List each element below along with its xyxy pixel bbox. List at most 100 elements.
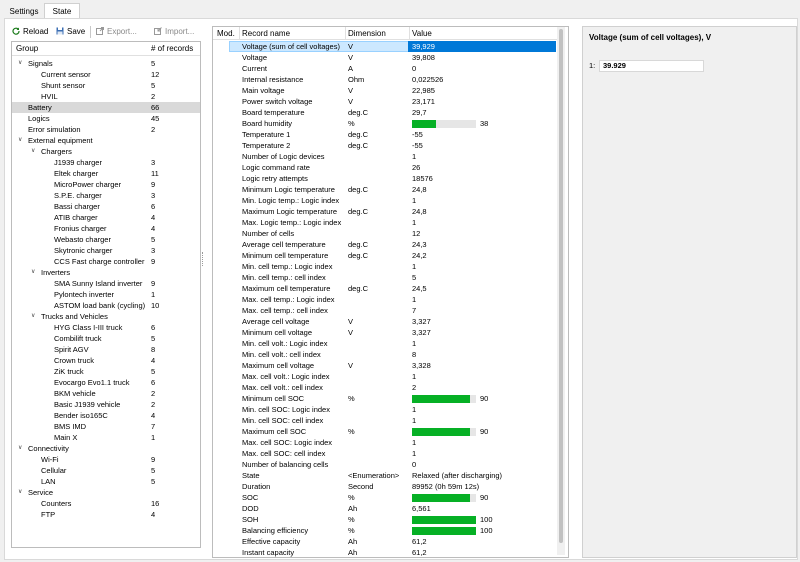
tree-item[interactable]: HVIL 2 [12, 91, 200, 102]
tree-item[interactable]: Skytronic charger 3 [12, 245, 200, 256]
record-row[interactable]: Min. Logic temp.: Logic index 1 [213, 195, 558, 206]
tree-item[interactable]: ∨ External equipment [12, 135, 200, 146]
record-row[interactable]: Minimum cell voltage V 3,327 [213, 327, 558, 338]
record-row[interactable]: Max. cell temp.: Logic index 1 [213, 294, 558, 305]
tree-item[interactable]: Bender iso165C 4 [12, 410, 200, 421]
record-row[interactable]: Balancing efficiency% 100 [213, 525, 558, 536]
import-button[interactable]: Import... [154, 26, 194, 38]
record-row[interactable]: Effective capacity Ah 61,2 [213, 536, 558, 547]
tree-item[interactable]: Main X 1 [12, 432, 200, 443]
record-row[interactable]: Maximum Logic temperature deg.C 24,8 [213, 206, 558, 217]
tree-item[interactable]: CCS Fast charge controller 9 [12, 256, 200, 267]
tree-item[interactable]: Basic J1939 vehicle 2 [12, 399, 200, 410]
record-row[interactable]: DOD Ah 6,561 [213, 503, 558, 514]
tree-item[interactable]: Pylontech inverter 1 [12, 289, 200, 300]
record-row[interactable]: Logic retry attempts 18576 [213, 173, 558, 184]
record-row[interactable]: Internal resistance Ohm 0,022526 [213, 74, 558, 85]
count-column-header[interactable]: # of records [151, 44, 193, 53]
record-row[interactable]: Max. cell SOC: cell index 1 [213, 448, 558, 459]
tree-item[interactable]: LAN 5 [12, 476, 200, 487]
record-row[interactable]: Current A 0 [213, 63, 558, 74]
tree-item[interactable]: ∨ Connectivity [12, 443, 200, 454]
record-row[interactable]: Voltage V 39,808 [213, 52, 558, 63]
record-row[interactable]: Minimum cell temperature deg.C 24,2 [213, 250, 558, 261]
value-column-header[interactable]: Value [412, 29, 432, 38]
chevron-down-icon[interactable]: ∨ [18, 135, 22, 146]
tree-item[interactable]: SMA Sunny Island inverter 9 [12, 278, 200, 289]
tree-item[interactable]: Logics 45 [12, 113, 200, 124]
record-row[interactable]: Board temperature deg.C 29,7 [213, 107, 558, 118]
record-row[interactable]: Power switch voltage V 23,171 [213, 96, 558, 107]
detail-value-field[interactable]: 39.929 [599, 60, 704, 72]
record-row[interactable]: Max. cell SOC: Logic index 1 [213, 437, 558, 448]
record-row[interactable]: Maximum cell temperature deg.C 24,5 [213, 283, 558, 294]
record-row[interactable]: Board humidity% 38 [213, 118, 558, 129]
record-row[interactable]: Number of Logic devices 1 [213, 151, 558, 162]
tree-item[interactable]: Wi-Fi 9 [12, 454, 200, 465]
dimension-column-header[interactable]: Dimension [348, 29, 386, 38]
tree-item[interactable]: BKM vehicle 2 [12, 388, 200, 399]
record-row[interactable]: SOC% 90 [213, 492, 558, 503]
record-row[interactable]: Maximum cell SOC% 90 [213, 426, 558, 437]
chevron-down-icon[interactable]: ∨ [31, 146, 35, 157]
tree-item[interactable]: ∨ Trucks and Vehicles [12, 311, 200, 322]
records-scrollbar[interactable] [557, 27, 565, 555]
tree-item[interactable]: MicroPower charger 9 [12, 179, 200, 190]
tab-settings[interactable]: Settings [5, 5, 43, 18]
record-row[interactable]: State <Enumeration> Relaxed (after dischar… [213, 470, 558, 481]
record-row[interactable]: Min. cell SOC: cell index 1 [213, 415, 558, 426]
chevron-down-icon[interactable]: ∨ [18, 487, 22, 498]
tree-item[interactable]: Error simulation 2 [12, 124, 200, 135]
tree-item[interactable]: Fronius charger 4 [12, 223, 200, 234]
tree-item[interactable]: Battery 66 [12, 102, 200, 113]
tree-item[interactable]: Combilift truck 5 [12, 333, 200, 344]
group-column-header[interactable]: Group [16, 44, 38, 53]
record-row[interactable]: Duration Second 89952 (0h 59m 12s) [213, 481, 558, 492]
save-button[interactable]: Save [56, 26, 85, 38]
record-row[interactable]: Minimum Logic temperature deg.C 24,8 [213, 184, 558, 195]
chevron-down-icon[interactable]: ∨ [31, 267, 35, 278]
tree-item[interactable]: ZiK truck 5 [12, 366, 200, 377]
tree-item[interactable]: Evocargo Evo1.1 truck 6 [12, 377, 200, 388]
tab-state[interactable]: State [44, 3, 80, 19]
tree-item[interactable]: Bassi charger 6 [12, 201, 200, 212]
chevron-down-icon[interactable]: ∨ [18, 58, 22, 69]
tree-item[interactable]: J1939 charger 3 [12, 157, 200, 168]
name-column-header[interactable]: Record name [242, 29, 290, 38]
record-row[interactable]: Number of balancing cells 0 [213, 459, 558, 470]
tree-item[interactable]: Shunt sensor 5 [12, 80, 200, 91]
record-row[interactable]: Max. cell volt.: cell index 2 [213, 382, 558, 393]
record-row[interactable]: Maximum cell voltage V 3,328 [213, 360, 558, 371]
record-row[interactable]: Max. cell temp.: cell index 7 [213, 305, 558, 316]
record-row[interactable]: Min. cell SOC: Logic index 1 [213, 404, 558, 415]
record-row[interactable]: Logic command rate 26 [213, 162, 558, 173]
record-row[interactable]: Max. cell volt.: Logic index 1 [213, 371, 558, 382]
record-row[interactable]: Temperature 2 deg.C -55 [213, 140, 558, 151]
record-row[interactable]: Average cell voltage V 3,327 [213, 316, 558, 327]
mod-column-header[interactable]: Mod. [217, 29, 235, 38]
tree-item[interactable]: Cellular 5 [12, 465, 200, 476]
tree-item[interactable]: Counters 16 [12, 498, 200, 509]
record-row[interactable]: Average cell temperature deg.C 24,3 [213, 239, 558, 250]
reload-button[interactable]: Reload [12, 26, 48, 38]
export-button[interactable]: Export... [96, 26, 137, 38]
tree-item[interactable]: Eltek charger 11 [12, 168, 200, 179]
tree-item[interactable]: Current sensor 12 [12, 69, 200, 80]
scrollbar-thumb[interactable] [559, 29, 563, 543]
tree-item[interactable]: ASTOM load bank (cycling) 10 [12, 300, 200, 311]
tree-item[interactable]: ∨ Inverters [12, 267, 200, 278]
tree-item[interactable]: Crown truck 4 [12, 355, 200, 366]
record-row[interactable]: Instant capacity Ah 61,2 [213, 547, 558, 557]
record-row[interactable]: Minimum cell SOC% 90 [213, 393, 558, 404]
tree-item[interactable]: S.P.E. charger 3 [12, 190, 200, 201]
tree-item[interactable]: FTP 4 [12, 509, 200, 520]
tree-item[interactable]: Spirit AGV 8 [12, 344, 200, 355]
record-row[interactable]: Voltage (sum of cell voltages) V 39,929 [213, 41, 558, 52]
tree-item[interactable]: BMS IMD 7 [12, 421, 200, 432]
tree-item[interactable]: ATIB charger 4 [12, 212, 200, 223]
record-row[interactable]: Temperature 1 deg.C -55 [213, 129, 558, 140]
record-row[interactable]: Number of cells 12 [213, 228, 558, 239]
record-row[interactable]: SOH% 100 [213, 514, 558, 525]
tree-item[interactable]: Webasto charger 5 [12, 234, 200, 245]
record-row[interactable]: Min. cell temp.: cell index 5 [213, 272, 558, 283]
